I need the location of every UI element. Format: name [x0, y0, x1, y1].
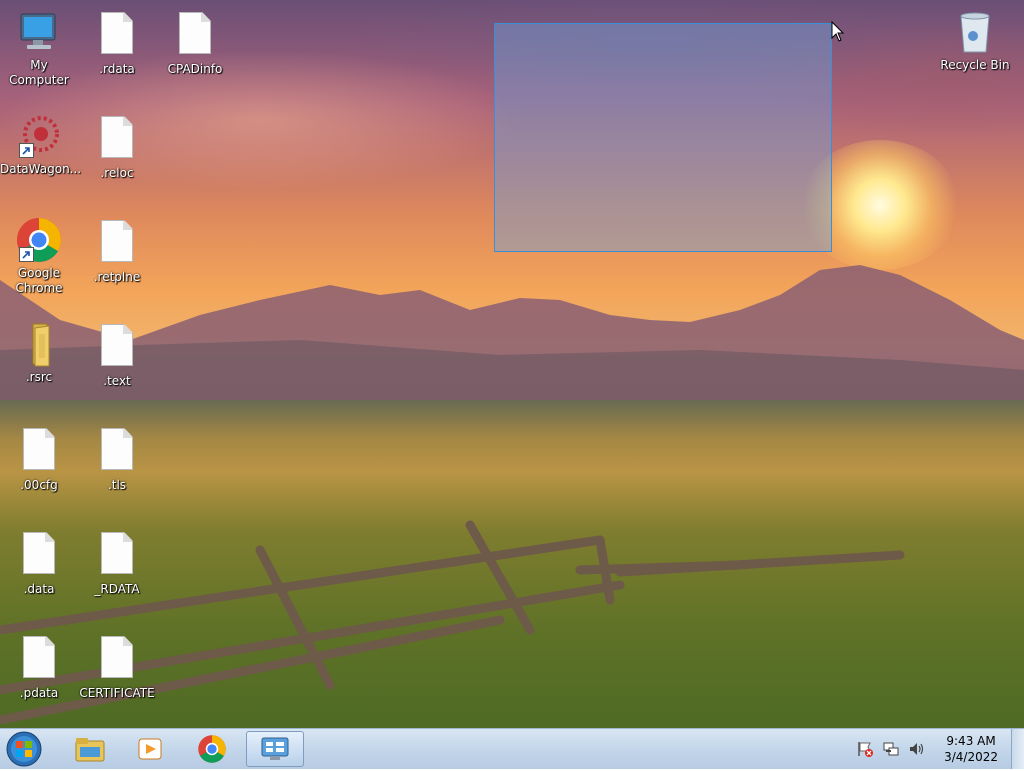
- desktop-icon-rdata-upper[interactable]: _RDATA: [78, 528, 156, 597]
- mouse-pointer-icon: [831, 21, 845, 42]
- icon-label: DataWagon...: [0, 162, 82, 176]
- show-desktop-button[interactable]: [1011, 729, 1024, 769]
- icon-label: .text: [103, 374, 131, 388]
- volume-icon[interactable]: [908, 740, 926, 758]
- desktop-icon-certificate[interactable]: CERTIFICATE: [78, 632, 156, 701]
- icon-label: .reloc: [100, 166, 134, 180]
- icon-label: Google Chrome: [15, 266, 63, 295]
- clock-date: 3/4/2022: [944, 750, 998, 764]
- chrome-icon: [15, 216, 63, 264]
- desktop[interactable]: My Computer DataWagon... Google Chrome .…: [0, 0, 1024, 728]
- icon-label: CERTIFICATE: [79, 686, 155, 700]
- start-button[interactable]: [3, 730, 45, 768]
- system-tray: 9:43 AM 3/4/2022: [852, 729, 998, 769]
- file-icon: [15, 428, 63, 476]
- icon-label: .pdata: [19, 686, 59, 700]
- file-icon: [93, 636, 141, 684]
- computer-icon: [15, 8, 63, 56]
- folder-icon: [15, 320, 63, 368]
- desktop-icon-00cfg[interactable]: .00cfg: [0, 424, 78, 493]
- desktop-icon-rdata[interactable]: .rdata: [78, 8, 156, 77]
- icon-label: .data: [23, 582, 55, 596]
- icon-label: My Computer: [9, 58, 69, 87]
- datawagon-icon: [15, 112, 63, 160]
- windows-explorer-icon: [75, 738, 105, 762]
- desktop-icon-my-computer[interactable]: My Computer: [0, 8, 78, 88]
- media-player-icon: [138, 738, 162, 760]
- taskbar: 9:43 AM 3/4/2022: [0, 728, 1024, 769]
- file-icon: [93, 324, 141, 372]
- desktop-icon-data[interactable]: .data: [0, 528, 78, 597]
- desktop-icon-tls[interactable]: .tls: [78, 424, 156, 493]
- action-center-flag-icon[interactable]: [856, 740, 874, 758]
- network-icon[interactable]: [882, 740, 900, 758]
- taskbar-media-player[interactable]: [122, 731, 178, 767]
- shortcut-arrow-icon: [19, 247, 34, 262]
- icon-label: _RDATA: [94, 582, 140, 596]
- recycle-bin-icon: [951, 8, 999, 56]
- icon-label: .rdata: [99, 62, 135, 76]
- control-panel-icon: [261, 737, 289, 760]
- desktop-icon-retplne[interactable]: .retplne: [78, 216, 156, 285]
- file-icon: [93, 220, 141, 268]
- drag-selection-rectangle: [494, 23, 832, 252]
- icon-label: .00cfg: [20, 478, 58, 492]
- icon-label: .retplne: [93, 270, 141, 284]
- desktop-icon-cpadinfo[interactable]: CPADinfo: [156, 8, 234, 77]
- taskbar-control-panel[interactable]: [246, 731, 304, 767]
- desktop-icon-pdata[interactable]: .pdata: [0, 632, 78, 701]
- clock-time: 9:43 AM: [946, 734, 996, 748]
- desktop-icon-reloc[interactable]: .reloc: [78, 112, 156, 181]
- desktop-icon-recycle-bin[interactable]: Recycle Bin: [936, 8, 1014, 73]
- icon-label: Recycle Bin: [940, 58, 1010, 72]
- chrome-icon: [198, 735, 226, 763]
- desktop-icon-text[interactable]: .text: [78, 320, 156, 389]
- desktop-icon-datawagon[interactable]: DataWagon...: [0, 112, 82, 177]
- file-icon: [93, 12, 141, 60]
- desktop-icon-google-chrome[interactable]: Google Chrome: [0, 216, 78, 296]
- taskbar-chrome[interactable]: [184, 731, 240, 767]
- file-icon: [15, 636, 63, 684]
- start-orb-icon: [6, 731, 42, 767]
- icon-label: CPADinfo: [167, 62, 223, 76]
- file-icon: [93, 116, 141, 164]
- icon-label: .rsrc: [25, 370, 53, 384]
- file-icon: [93, 532, 141, 580]
- taskbar-clock[interactable]: 9:43 AM 3/4/2022: [944, 733, 998, 765]
- shortcut-arrow-icon: [19, 143, 34, 158]
- desktop-icon-rsrc[interactable]: .rsrc: [0, 320, 78, 385]
- file-icon: [171, 12, 219, 60]
- taskbar-windows-explorer[interactable]: [62, 731, 118, 767]
- file-icon: [93, 428, 141, 476]
- icon-label: .tls: [107, 478, 127, 492]
- file-icon: [15, 532, 63, 580]
